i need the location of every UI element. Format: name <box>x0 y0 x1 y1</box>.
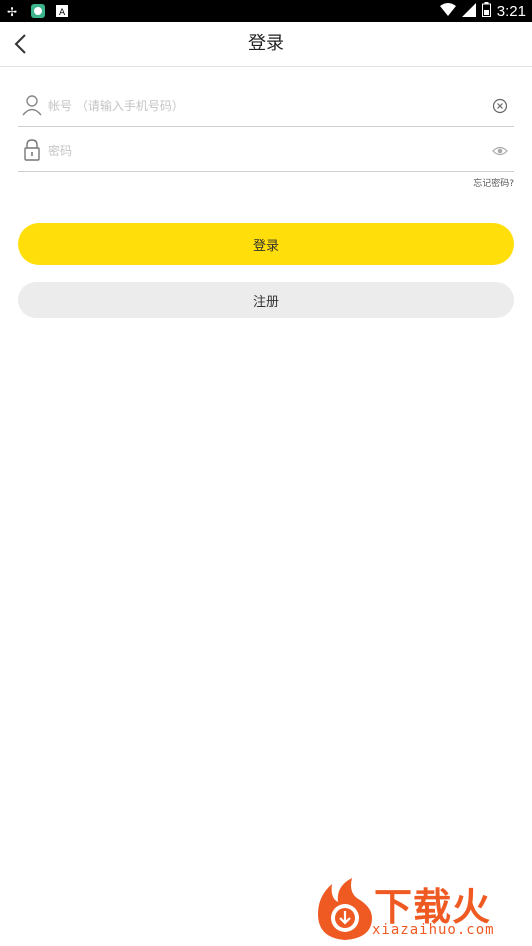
signal-icon <box>461 2 476 21</box>
lock-icon <box>22 139 42 161</box>
notification-app-icon: ✢ <box>6 3 22 19</box>
status-left-icons: ✢ A <box>6 3 70 19</box>
forgot-password-link[interactable]: 忘记密码? <box>473 176 514 189</box>
notification-a-icon: A <box>54 3 70 19</box>
eye-icon[interactable] <box>492 143 508 159</box>
svg-text:A: A <box>59 8 66 18</box>
status-time: 3:21 <box>496 3 526 20</box>
flame-logo-icon <box>318 878 372 940</box>
status-right: 3:21 <box>439 2 526 21</box>
notification-shield-icon <box>30 3 46 19</box>
watermark: 下载火 xiazaihuo.com <box>312 874 528 944</box>
watermark-en: xiazaihuo.com <box>372 922 495 938</box>
battery-icon <box>481 2 491 21</box>
page-title: 登录 <box>248 33 284 54</box>
user-icon <box>22 94 42 116</box>
account-field <box>18 86 514 127</box>
register-button[interactable]: 注册 <box>18 282 514 318</box>
clear-icon[interactable] <box>492 98 508 114</box>
login-button[interactable]: 登录 <box>18 223 514 265</box>
title-bar: 登录 <box>0 22 532 67</box>
password-input[interactable] <box>48 137 468 165</box>
wifi-icon <box>439 2 456 21</box>
status-bar: ✢ A 3:21 <box>0 0 532 22</box>
svg-text:✢: ✢ <box>7 5 17 19</box>
password-field <box>18 131 514 172</box>
account-input[interactable] <box>48 92 468 120</box>
